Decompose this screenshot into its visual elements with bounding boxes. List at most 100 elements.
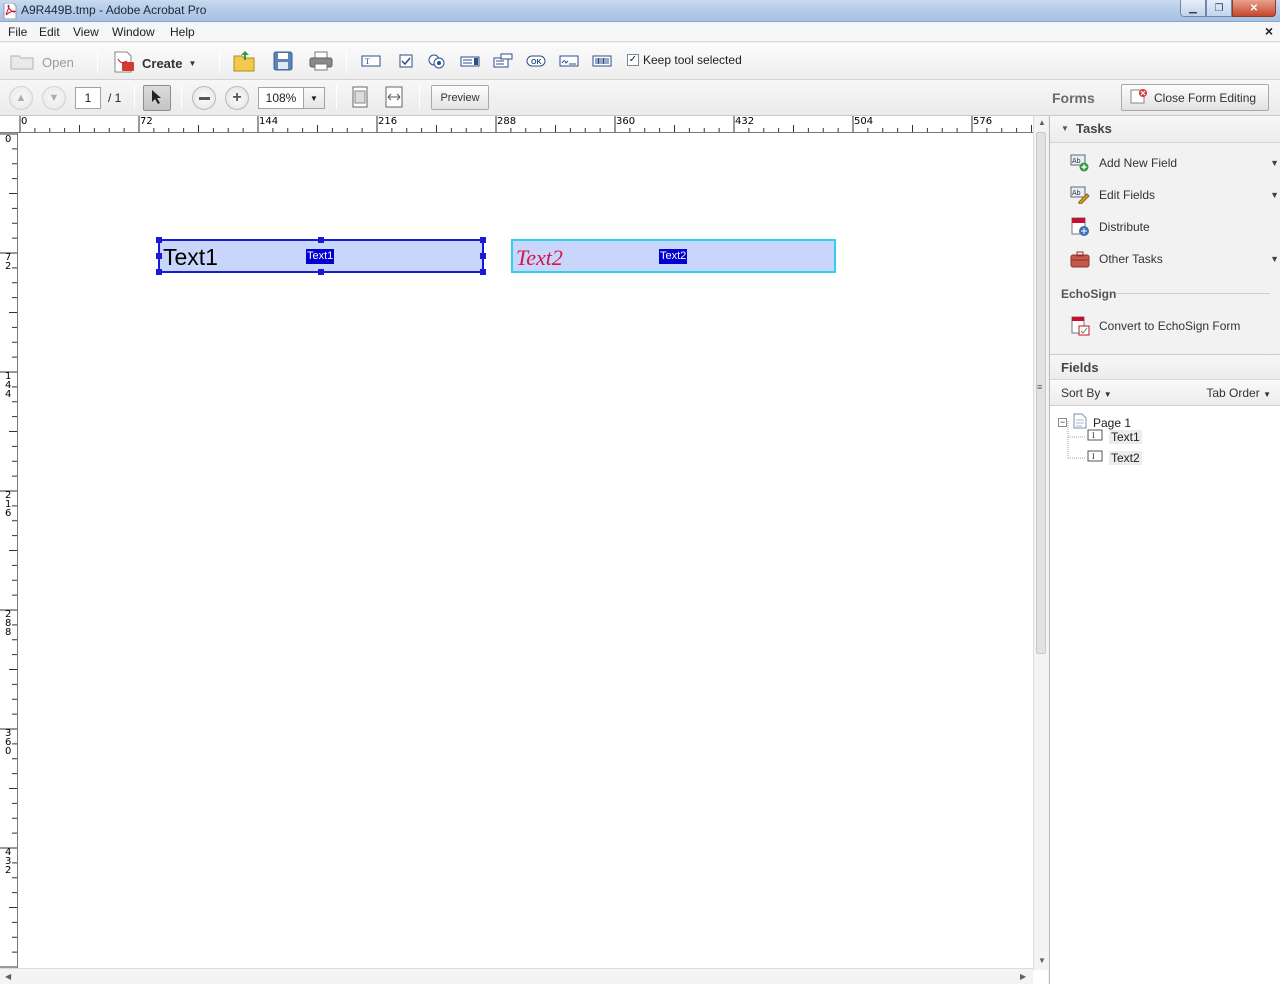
zoom-in-button[interactable]: + [225,86,249,110]
tasks-header[interactable]: ▼ Tasks [1050,116,1280,143]
forms-label: Forms [1052,90,1095,106]
chevron-down-icon: ▼ [310,93,318,103]
digital-signature-tool-icon[interactable] [559,53,579,69]
task-distribute[interactable]: Distribute [1070,215,1270,239]
ruler-label: 1 4 4 [5,371,12,400]
toolbar-divider [97,49,98,73]
zoom-input[interactable]: 108% [258,87,304,109]
resize-handle[interactable] [480,269,486,275]
chevron-down-icon[interactable]: ▼ [1270,254,1279,264]
text-field-text2[interactable]: Text2 Text2 [511,239,836,273]
list-box-tool-icon[interactable] [460,53,480,69]
preview-button[interactable]: Preview [431,85,489,110]
text-field-tool-icon[interactable]: T [361,53,381,69]
svg-text:I: I [1092,431,1095,440]
next-page-button[interactable]: ▼ [42,86,66,110]
zoom-dropdown-button[interactable]: ▼ [304,87,325,109]
maximize-button[interactable]: ❐ [1206,0,1232,17]
fields-header: Fields [1050,354,1280,380]
sort-by-label: Sort By [1061,386,1101,400]
button-tool-icon[interactable]: OK [526,53,546,69]
scroll-left-icon[interactable]: ◀ [5,972,11,981]
task-label: Convert to EchoSign Form [1099,319,1241,333]
scroll-right-icon[interactable]: ▶ [1020,972,1026,981]
chevron-down-icon: ▼ [1103,390,1112,399]
keep-tool-selected-option[interactable]: ✓ Keep tool selected [627,53,742,67]
close-form-icon [1130,88,1148,107]
open-button[interactable]: Open [10,52,74,73]
zoom-out-button[interactable] [192,86,216,110]
menu-window[interactable]: Window [112,25,155,39]
resize-handle[interactable] [156,237,162,243]
resize-handle[interactable] [156,253,162,259]
resize-handle[interactable] [318,269,324,275]
ruler-label: 216 [378,116,398,127]
fit-page-button[interactable] [347,85,373,111]
page-icon [1073,413,1087,432]
document-area: 0 72 144 216 288 360 432 504 576 0 7 2 1… [0,116,1048,984]
minimize-button[interactable]: ▁ [1180,0,1206,17]
menu-view[interactable]: View [73,25,99,39]
chevron-down-icon[interactable]: ▼ [1270,158,1279,168]
svg-text:Ab: Ab [1072,158,1081,165]
vertical-scrollbar[interactable]: ▲ ≡ ▼ [1033,116,1048,970]
open-folder-icon[interactable] [233,49,257,73]
dropdown-tool-icon[interactable] [493,53,513,69]
svg-text:I: I [1092,452,1095,461]
save-icon[interactable] [272,50,294,72]
ruler-label: 4 3 2 [5,847,12,876]
create-button[interactable]: Create ▼ [112,51,196,76]
scrollbar-thumb[interactable] [1036,132,1046,654]
task-convert-echosign[interactable]: Convert to EchoSign Form [1070,314,1270,338]
close-form-editing-button[interactable]: Close Form Editing [1121,84,1269,111]
collapse-box-icon[interactable]: − [1058,418,1067,427]
print-icon[interactable] [309,50,333,72]
select-tool-button[interactable] [143,85,171,111]
horizontal-scrollbar[interactable]: ◀ ▶ [0,968,1033,984]
keep-tool-checkbox[interactable]: ✓ [627,54,639,66]
fields-title: Fields [1061,360,1099,375]
task-label: Edit Fields [1099,188,1156,202]
checkbox-tool-icon[interactable] [396,53,416,69]
svg-text:T: T [365,57,370,66]
edit-fields-icon: Ab [1070,185,1090,205]
menu-file[interactable]: File [8,25,27,39]
fit-width-button[interactable] [381,85,407,111]
ruler-label: 7 2 [5,252,12,272]
sort-by-dropdown[interactable]: Sort By ▼ [1061,386,1112,400]
add-field-icon: Ab [1070,153,1090,173]
radio-button-tool-icon[interactable] [427,53,447,69]
svg-text:Ab: Ab [1072,190,1081,197]
text-field-text1[interactable]: Text1 Text1 [156,237,486,275]
fit-width-icon [384,86,404,111]
page-number-input[interactable]: 1 [75,87,101,109]
toolbar-divider [336,85,337,109]
pdf-page: Text1 Text1 Text2 Text2 [19,134,1032,970]
text-field-icon: I [1087,429,1103,444]
tree-field-text2[interactable]: I Text2 [1087,450,1142,465]
tree-label: Text1 [1109,429,1142,444]
chevron-down-icon[interactable]: ▼ [1270,190,1279,200]
resize-handle[interactable] [318,237,324,243]
text-field-icon: I [1087,450,1103,465]
menu-edit[interactable]: Edit [39,25,60,39]
tab-order-dropdown[interactable]: Tab Order ▼ [1206,386,1271,400]
task-edit-fields[interactable]: Ab Edit Fields ▼ [1070,183,1279,207]
close-window-button[interactable]: ✕ [1232,0,1276,17]
resize-handle[interactable] [480,237,486,243]
scroll-up-icon[interactable]: ▲ [1038,118,1046,127]
close-document-icon[interactable]: × [1265,23,1273,39]
ruler-label: 576 [973,116,993,127]
task-other-tasks[interactable]: Other Tasks ▼ [1070,247,1279,271]
chevron-down-icon: ▼ [1263,390,1271,399]
resize-handle[interactable] [480,253,486,259]
previous-page-button[interactable]: ▲ [9,86,33,110]
scroll-down-icon[interactable]: ▼ [1038,956,1046,965]
barcode-tool-icon[interactable] [592,53,612,69]
menu-help[interactable]: Help [170,25,195,39]
tree-field-text1[interactable]: I Text1 [1087,429,1142,444]
resize-handle[interactable] [156,269,162,275]
task-add-new-field[interactable]: Ab Add New Field ▼ [1070,151,1279,175]
open-label: Open [42,55,74,70]
arrow-up-icon: ▲ [15,92,27,104]
